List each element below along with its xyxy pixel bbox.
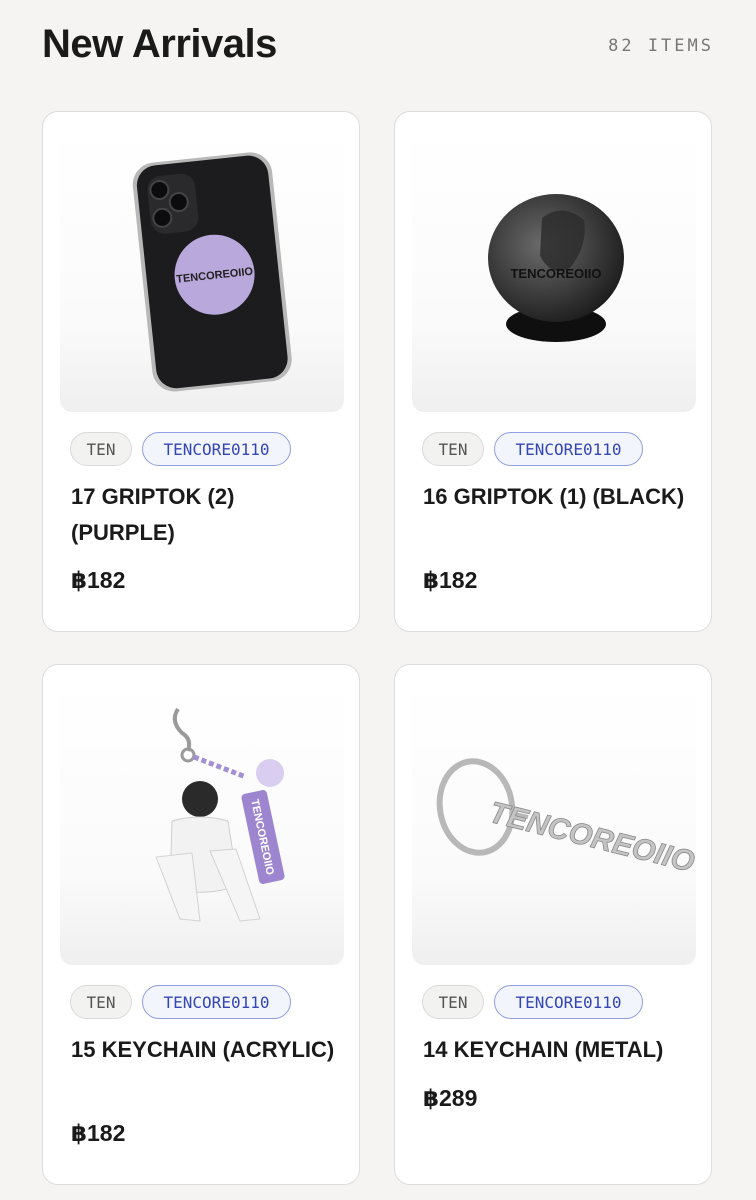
- product-price: ฿182: [423, 567, 478, 593]
- product-image[interactable]: TENCOREOIIO: [60, 681, 344, 965]
- product-card[interactable]: TENCOREOIIO TEN TENCORE0110 14 KEYCHAIN …: [394, 664, 712, 1185]
- product-image[interactable]: TENCOREOIIO: [412, 681, 696, 965]
- product-card[interactable]: TENCOREOIIO TEN TENCORE0110 16 GRIPTOK (…: [394, 111, 712, 632]
- product-card[interactable]: TENCOREOIIO TEN TENCORE0110 17 GRIPTOK (…: [42, 111, 360, 632]
- product-name[interactable]: 16 GRIPTOK (1) (BLACK): [423, 479, 688, 515]
- page-title: New Arrivals: [42, 22, 277, 66]
- product-name[interactable]: 15 KEYCHAIN (ACRYLIC): [71, 1032, 336, 1068]
- product-price: ฿289: [423, 1085, 478, 1111]
- item-count: 82 ITEMS: [608, 36, 714, 56]
- collection-tag[interactable]: TENCORE0110: [494, 432, 643, 466]
- keychain-acrylic-image: TENCOREOIIO: [155, 707, 285, 922]
- product-name[interactable]: 17 GRIPTOK (2) (PURPLE): [71, 479, 336, 551]
- product-card[interactable]: TENCOREOIIO TEN TENCORE0110 15 KEYCHAIN …: [42, 664, 360, 1185]
- product-image[interactable]: TENCOREOIIO: [412, 128, 696, 412]
- griptok-purple-image: TENCOREOIIO: [132, 152, 292, 392]
- page-header: New Arrivals 82 ITEMS: [42, 18, 714, 78]
- product-price: ฿182: [71, 1120, 126, 1146]
- product-image[interactable]: TENCOREOIIO: [60, 128, 344, 412]
- svg-text:TENCOREOIIO: TENCOREOIIO: [486, 796, 696, 879]
- collection-tag[interactable]: TENCORE0110: [142, 432, 291, 466]
- griptok-black-image: TENCOREOIIO: [488, 194, 624, 342]
- artist-tag[interactable]: TEN: [422, 432, 484, 466]
- collection-tag[interactable]: TENCORE0110: [142, 985, 291, 1019]
- artist-tag[interactable]: TEN: [70, 985, 132, 1019]
- artist-tag[interactable]: TEN: [422, 985, 484, 1019]
- artist-tag[interactable]: TEN: [70, 432, 132, 466]
- product-name[interactable]: 14 KEYCHAIN (METAL): [423, 1032, 688, 1068]
- keychain-metal-image: TENCOREOIIO: [436, 758, 696, 879]
- product-price: ฿182: [71, 567, 126, 593]
- svg-text:TENCOREOIIO: TENCOREOIIO: [510, 266, 601, 281]
- collection-tag[interactable]: TENCORE0110: [494, 985, 643, 1019]
